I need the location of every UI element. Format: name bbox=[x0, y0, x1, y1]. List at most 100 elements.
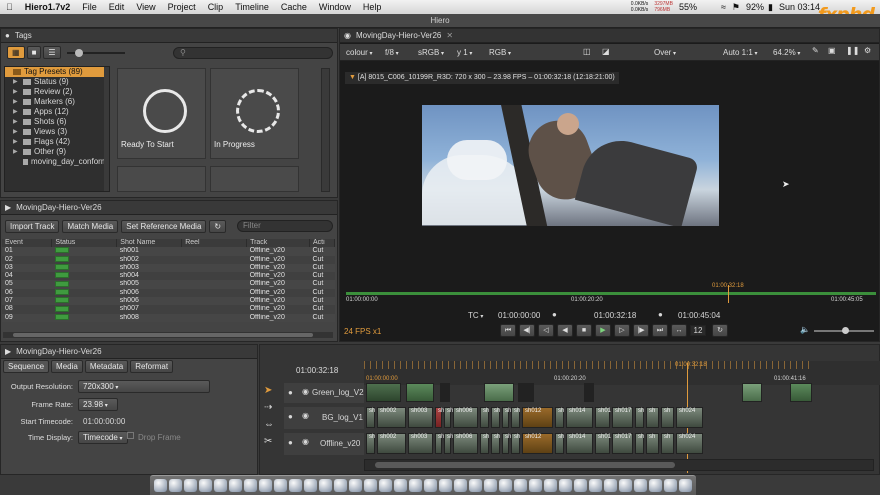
dock-app-icon[interactable] bbox=[679, 479, 692, 492]
tree-item-markers[interactable]: ▶ Markers (6) bbox=[5, 97, 109, 107]
dock-app-icon[interactable] bbox=[634, 479, 647, 492]
menu-project[interactable]: Project bbox=[162, 2, 202, 12]
timeline-clip[interactable] bbox=[584, 383, 594, 402]
timeline-clip[interactable]: sh bbox=[661, 407, 674, 428]
skip-step-icon[interactable]: ↔ bbox=[671, 324, 687, 337]
match-media-button[interactable]: Match Media bbox=[62, 220, 119, 233]
timeline-clip[interactable]: sh012 bbox=[522, 433, 553, 454]
dock-app-icon[interactable] bbox=[514, 479, 527, 492]
dock-app-icon[interactable] bbox=[214, 479, 227, 492]
color-picker-icon[interactable]: ✎ bbox=[812, 46, 819, 55]
timeline-ruler[interactable]: 01:00:00:00 01:00:20:20 01:00:32:18 01:0… bbox=[364, 361, 880, 385]
play-reverse-icon[interactable]: ◀ bbox=[557, 324, 573, 337]
timeline-clip[interactable]: sh017 bbox=[612, 407, 633, 428]
volume-icon[interactable]: 🔈 bbox=[800, 325, 810, 334]
spreadsheet-tab[interactable]: ▶ MovingDay-Hiero-Ver26 bbox=[1, 201, 337, 215]
dock-app-icon[interactable] bbox=[664, 479, 677, 492]
table-row[interactable]: 09 sh008 Offline_v20 Cut bbox=[2, 313, 335, 322]
dock-app-icon[interactable] bbox=[604, 479, 617, 492]
tree-scrollbar[interactable] bbox=[104, 67, 109, 191]
dock-app-icon[interactable] bbox=[574, 479, 587, 492]
table-row[interactable]: 05 sh005 Offline_v20 Cut bbox=[2, 280, 335, 289]
thumbnail-size-slider[interactable] bbox=[67, 49, 125, 57]
spreadsheet-filter-input[interactable]: Filter bbox=[237, 220, 333, 232]
dock-app-icon[interactable] bbox=[274, 479, 287, 492]
tags-tab[interactable]: ● Tags bbox=[1, 29, 337, 43]
loop-icon[interactable]: ↻ bbox=[712, 324, 728, 337]
track-header-offline[interactable]: ● ◉ Offline_v20 bbox=[284, 433, 364, 455]
pause-icon[interactable]: ❚❚ bbox=[846, 46, 859, 55]
resolution-dropdown[interactable]: 720x300 bbox=[78, 380, 210, 393]
tab-metadata[interactable]: Metadata bbox=[84, 360, 129, 373]
eye-icon[interactable]: ◉ bbox=[302, 411, 309, 420]
timeline-clip[interactable]: sh024 bbox=[676, 433, 703, 454]
slip-tool-icon[interactable]: ⇔ bbox=[264, 419, 282, 430]
timeline-clip[interactable]: sh bbox=[491, 407, 500, 428]
razor-tool-icon[interactable]: ✂ bbox=[264, 436, 282, 447]
refresh-icon[interactable]: ↻ bbox=[209, 220, 227, 233]
timeline-clip[interactable]: sh006 bbox=[453, 407, 478, 428]
table-row[interactable]: 03 sh003 Offline_v20 Cut bbox=[2, 263, 335, 273]
dock-app-icon[interactable] bbox=[379, 479, 392, 492]
auto-zoom-dropdown[interactable]: Auto 1:1 bbox=[723, 48, 758, 57]
timeline-clip[interactable]: sh002 bbox=[377, 407, 406, 428]
tree-item-tag-presets[interactable]: Tag Presets (89) bbox=[5, 67, 109, 77]
timeline-clip[interactable]: sh bbox=[435, 433, 444, 454]
timeline-clip[interactable]: sh bbox=[635, 407, 644, 428]
dock-app-icon[interactable] bbox=[589, 479, 602, 492]
timecode-mode-dropdown[interactable]: TC bbox=[468, 311, 483, 320]
list-view-icon[interactable]: ☰ bbox=[43, 46, 61, 59]
table-row[interactable]: 01 sh001 Offline_v20 Cut bbox=[2, 247, 335, 256]
clip-dropdown-icon[interactable]: ▼ bbox=[349, 74, 356, 81]
wifi-icon[interactable]: ≈ bbox=[721, 2, 726, 12]
viewer-tab[interactable]: ◉ MovingDay-Hiero-Ver26 ✕ bbox=[340, 29, 879, 43]
volume-slider[interactable] bbox=[814, 327, 874, 334]
dock-app-icon[interactable] bbox=[184, 479, 197, 492]
tc-out-lock-icon[interactable]: ● bbox=[658, 310, 663, 319]
colorspace-dropdown[interactable]: sRGB bbox=[418, 48, 444, 57]
track-header-green[interactable]: ● ◉ Green_log_V2 bbox=[284, 383, 364, 403]
col-track[interactable]: Track bbox=[246, 239, 310, 248]
timeline-clip[interactable]: sh bbox=[366, 433, 375, 454]
drop-frame-checkbox[interactable] bbox=[127, 432, 134, 439]
apple-icon[interactable]:  bbox=[0, 2, 19, 12]
dock-app-icon[interactable] bbox=[529, 479, 542, 492]
timeline-clip[interactable]: sh014 bbox=[566, 433, 593, 454]
compare-icon[interactable]: ◫ bbox=[583, 47, 591, 56]
menu-window[interactable]: Window bbox=[313, 2, 357, 12]
tag-tile-3[interactable] bbox=[117, 166, 206, 192]
timeline-clip[interactable]: sh bbox=[444, 433, 453, 454]
battery-icon[interactable]: ▮ bbox=[768, 2, 773, 13]
tags-search-input[interactable]: ⚲ bbox=[173, 47, 333, 59]
timeline-clip[interactable]: sh024 bbox=[676, 407, 703, 428]
channel-dropdown[interactable]: colour bbox=[346, 48, 372, 57]
settings-tab[interactable]: ▶ MovingDay-Hiero-Ver26 bbox=[1, 345, 257, 359]
col-reel[interactable]: Reel bbox=[181, 239, 248, 248]
col-event[interactable]: Event bbox=[2, 239, 53, 248]
menu-timeline[interactable]: Timeline bbox=[229, 2, 275, 12]
timeline-clip[interactable] bbox=[484, 383, 514, 402]
composite-dropdown[interactable]: Over bbox=[654, 48, 676, 57]
tree-item-flags[interactable]: ▶ Flags (42) bbox=[5, 137, 109, 147]
dock-app-icon[interactable] bbox=[244, 479, 257, 492]
dock-app-icon[interactable] bbox=[319, 479, 332, 492]
lock-icon[interactable]: ● bbox=[288, 412, 293, 421]
go-to-start-icon[interactable]: ⏮ bbox=[500, 324, 516, 337]
dock-app-icon[interactable] bbox=[199, 479, 212, 492]
timeline-clip[interactable]: sh003 bbox=[408, 407, 433, 428]
viewer-ruler[interactable]: 01:00:32:18 01:00:00:00 01:00:20:20 01:0… bbox=[346, 283, 876, 305]
timeline-clip[interactable]: sh bbox=[646, 433, 659, 454]
tag-tile-ready[interactable]: Ready To Start bbox=[117, 68, 206, 159]
dock-app-icon[interactable] bbox=[229, 479, 242, 492]
timeline-clip[interactable] bbox=[790, 383, 812, 402]
guides-icon[interactable]: ▣ bbox=[828, 46, 836, 55]
timeline-clip[interactable] bbox=[440, 383, 450, 402]
timeline-clip[interactable]: sh bbox=[661, 433, 674, 454]
menu-cache[interactable]: Cache bbox=[275, 2, 313, 12]
track-header-bg[interactable]: ● ◉ BG_log_V1 bbox=[284, 407, 364, 429]
timeline-clip[interactable]: sh01 bbox=[595, 433, 611, 454]
timeline-clip[interactable]: sh bbox=[635, 433, 644, 454]
close-tab-icon[interactable]: ✕ bbox=[446, 31, 453, 40]
next-edit-icon[interactable]: |▶ bbox=[633, 324, 649, 337]
spreadsheet-hscrollbar[interactable] bbox=[3, 332, 333, 338]
